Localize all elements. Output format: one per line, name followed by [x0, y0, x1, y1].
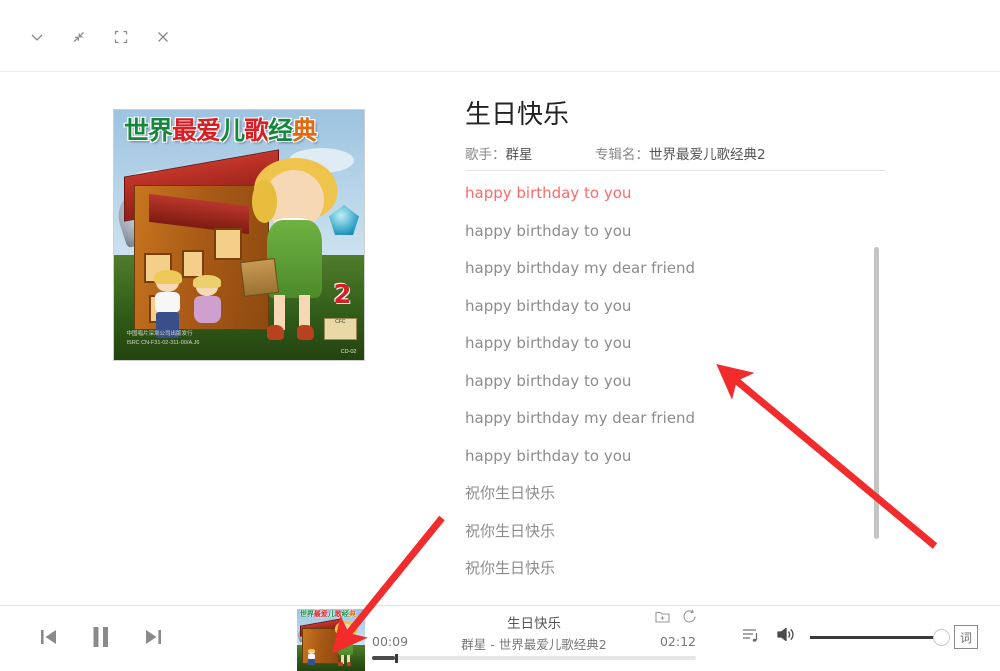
now-playing-thumbnail[interactable]: 世界最爱儿歌经典	[297, 609, 365, 671]
page-title: 生日快乐	[465, 100, 570, 130]
close-button[interactable]	[148, 22, 178, 52]
thumb-girl-boot	[346, 662, 352, 667]
lyric-line[interactable]: 祝你生日快乐	[465, 553, 865, 576]
lyric-line[interactable]: 祝你生日快乐	[465, 516, 865, 539]
lyric-line[interactable]: happy birthday to you	[465, 441, 865, 464]
cover-cd-number: CD-02	[340, 349, 357, 355]
cover-window	[214, 227, 242, 260]
album-value[interactable]: 世界最爱儿歌经典2	[649, 147, 766, 163]
song-info: 生日快乐 歌手：群星 专辑名：世界最爱儿歌经典2	[465, 100, 885, 163]
previous-icon	[36, 624, 62, 655]
playlist-icon	[741, 625, 761, 650]
close-icon	[154, 28, 172, 46]
now-playing-thumbnail-image: 世界最爱儿歌经典	[297, 609, 365, 671]
lyric-line[interactable]: 祝你生日快乐	[465, 478, 865, 501]
cover-volume-number: 2	[333, 280, 352, 310]
now-playing-title: 生日快乐	[507, 616, 561, 632]
lyric-line[interactable]: happy birthday to you	[465, 216, 865, 239]
lyric-line[interactable]: happy birthday to you	[465, 178, 865, 201]
thumb-girl-dress	[338, 636, 354, 656]
minimize-button[interactable]	[22, 22, 52, 52]
pause-button[interactable]	[86, 622, 116, 657]
player-bar: 世界最爱儿歌经典 生日快乐 群星 - 世界最爱儿歌经典2 00:09 02:12	[0, 605, 1000, 671]
lyrics-list[interactable]: happy birthday to you happy birthday to …	[465, 178, 865, 578]
lyric-line[interactable]: happy birthday to you	[465, 328, 865, 351]
lyrics-scrollbar-thumb[interactable]	[874, 247, 879, 539]
cover-girl-hair-side	[251, 180, 277, 223]
album-cover-image: 2 CFC 中国唱片深圳公司出版发行 ISRC CN-F31-02-311-00…	[113, 109, 365, 361]
lyric-line[interactable]: happy birthday to you	[465, 291, 865, 314]
artist-value[interactable]: 群星	[506, 147, 533, 163]
restore-down-icon	[70, 28, 88, 46]
cover-label-logo: CFC	[324, 317, 357, 340]
artist-block: 歌手：群星	[465, 143, 595, 163]
thumb-girl-boot	[338, 662, 344, 667]
lyric-line[interactable]: happy birthday my dear friend	[465, 253, 865, 276]
artist-label: 歌手：	[465, 147, 506, 164]
current-time: 00:09	[372, 634, 409, 649]
album-block: 专辑名：世界最爱儿歌经典2	[595, 143, 766, 163]
volume-icon	[775, 624, 796, 650]
cover-kid-boy	[149, 269, 189, 338]
progress-knob[interactable]	[394, 654, 398, 663]
cover-kid-girl	[189, 274, 227, 336]
section-divider	[465, 170, 885, 171]
now-playing-subtitle: 群星 - 世界最爱儿歌经典2	[461, 637, 607, 652]
now-playing-info: 生日快乐 群星 - 世界最爱儿歌经典2 00:09 02:12	[368, 606, 700, 671]
total-time: 02:12	[659, 634, 696, 649]
lyric-line[interactable]: happy birthday my dear friend	[465, 403, 865, 426]
pause-icon	[86, 622, 116, 657]
chevron-down-icon	[28, 28, 46, 46]
restore-button[interactable]	[64, 22, 94, 52]
progress-slider[interactable]	[372, 654, 696, 663]
volume-slider[interactable]	[810, 628, 950, 646]
add-to-playlist-icon	[654, 611, 671, 629]
cover-fine-print: 中国唱片深圳公司出版发行 ISRC CN-F31-02-311-00/A.J6	[127, 330, 200, 348]
playlist-button[interactable]	[741, 625, 761, 650]
cover-girl-boot	[296, 325, 314, 340]
cover-girl-boot	[266, 325, 284, 340]
player-right-controls: 词	[741, 624, 978, 650]
add-to-playlist-button[interactable]	[654, 608, 671, 630]
previous-track-button[interactable]	[36, 624, 62, 655]
repeat-icon	[681, 609, 698, 629]
cover-title-text: 世界最爱儿歌经典	[124, 115, 317, 145]
volume-fill	[810, 635, 940, 639]
cover-publisher: 中国唱片深圳公司出版发行	[126, 330, 193, 337]
volume-button[interactable]	[775, 624, 796, 650]
cover-isrc: ISRC CN-F31-02-311-00/A.J6	[126, 339, 200, 346]
fullscreen-button[interactable]	[106, 22, 136, 52]
album-label: 专辑名：	[595, 147, 649, 164]
lyrics-toggle-button[interactable]: 词	[954, 625, 978, 649]
transport-controls	[36, 622, 166, 657]
cover-suitcase	[239, 257, 279, 298]
now-playing-actions	[654, 608, 698, 630]
volume-knob[interactable]	[933, 628, 950, 646]
window-controls	[22, 22, 178, 52]
album-cover[interactable]: 2 CFC 中国唱片深圳公司出版发行 ISRC CN-F31-02-311-00…	[113, 109, 365, 361]
repeat-button[interactable]	[681, 608, 698, 630]
lyric-line[interactable]: happy birthday to you	[465, 366, 865, 389]
next-icon	[140, 624, 166, 655]
thumb-title-text: 世界最爱儿歌经典	[299, 609, 356, 618]
fullscreen-icon	[112, 28, 130, 46]
next-track-button[interactable]	[140, 624, 166, 655]
now-playing-panel: 2 CFC 中国唱片深圳公司出版发行 ISRC CN-F31-02-311-00…	[0, 72, 1000, 605]
song-meta: 歌手：群星 专辑名：世界最爱儿歌经典2	[465, 143, 885, 163]
progress-fill	[372, 656, 395, 660]
thumb-kid-boy	[307, 648, 318, 666]
window-title-bar	[0, 0, 1000, 72]
